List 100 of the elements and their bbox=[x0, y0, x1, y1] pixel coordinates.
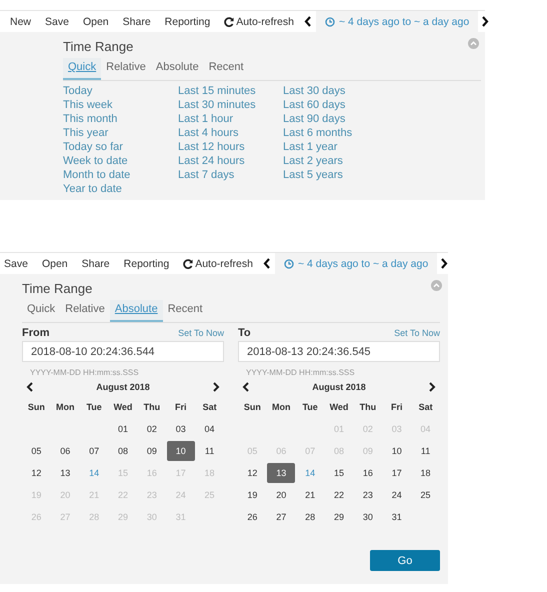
quick-range-link[interactable]: Last 1 year bbox=[283, 140, 352, 154]
calendar-day[interactable]: 02 bbox=[138, 419, 166, 439]
tab[interactable]: Relative bbox=[60, 300, 110, 322]
calendar-day[interactable]: 03 bbox=[166, 419, 195, 439]
calendar-day[interactable]: 16 bbox=[138, 463, 166, 483]
quick-range-link[interactable]: Week to date bbox=[63, 154, 178, 168]
calendar-day[interactable]: 28 bbox=[80, 507, 108, 527]
calendar-day[interactable]: 16 bbox=[354, 463, 382, 483]
calendar-day[interactable]: 13 bbox=[51, 463, 80, 483]
toolbar-button[interactable]: Reporting bbox=[158, 11, 218, 32]
calendar-day[interactable]: 19 bbox=[22, 485, 50, 505]
calendar-day[interactable]: 07 bbox=[296, 441, 324, 461]
calendar-day[interactable]: 19 bbox=[238, 485, 266, 505]
auto-refresh-button[interactable]: Auto-refresh bbox=[176, 253, 260, 274]
chevron-left-icon[interactable] bbox=[262, 258, 271, 269]
chevron-right-icon[interactable] bbox=[440, 258, 448, 269]
quick-range-link[interactable]: Last 4 hours bbox=[178, 126, 283, 140]
quick-range-link[interactable]: Last 15 minutes bbox=[178, 84, 283, 98]
calendar-day[interactable]: 04 bbox=[412, 419, 440, 439]
calendar-day[interactable]: 24 bbox=[166, 485, 195, 505]
calendar-day[interactable]: 21 bbox=[296, 485, 324, 505]
calendar-day[interactable]: 09 bbox=[354, 441, 382, 461]
calendar-day[interactable]: 14 bbox=[80, 463, 108, 483]
calendar-day[interactable]: 29 bbox=[108, 507, 137, 527]
calendar-day[interactable]: 11 bbox=[412, 441, 440, 461]
calendar-day[interactable]: 15 bbox=[108, 463, 137, 483]
calendar-day[interactable]: 20 bbox=[51, 485, 80, 505]
calendar-day[interactable]: 26 bbox=[238, 507, 266, 527]
quick-range-link[interactable]: Last 7 days bbox=[178, 168, 283, 182]
tab[interactable]: Absolute bbox=[150, 58, 204, 80]
quick-range-link[interactable]: Last 30 days bbox=[283, 84, 352, 98]
calendar-day[interactable]: 31 bbox=[166, 507, 195, 527]
calendar-day[interactable]: 29 bbox=[324, 507, 353, 527]
calendar-day[interactable]: 30 bbox=[138, 507, 166, 527]
calendar-day[interactable]: 10 bbox=[382, 441, 411, 461]
auto-refresh-button[interactable]: Auto-refresh bbox=[217, 11, 301, 32]
calendar-day[interactable]: 09 bbox=[138, 441, 166, 461]
calendar-day[interactable]: 06 bbox=[267, 441, 296, 461]
quick-range-link[interactable]: Last 30 minutes bbox=[178, 98, 283, 112]
calendar-day[interactable]: 21 bbox=[80, 485, 108, 505]
toolbar-button[interactable]: Open bbox=[76, 11, 116, 32]
calendar-day[interactable]: 26 bbox=[22, 507, 50, 527]
calendar-day[interactable]: 08 bbox=[324, 441, 353, 461]
calendar-day[interactable]: 17 bbox=[166, 463, 195, 483]
previous-month-icon[interactable] bbox=[26, 382, 34, 392]
calendar-day[interactable]: 01 bbox=[324, 419, 353, 439]
calendar-day[interactable]: 23 bbox=[138, 485, 166, 505]
quick-range-link[interactable]: Last 6 months bbox=[283, 126, 352, 140]
toolbar-button[interactable]: Save bbox=[0, 253, 35, 274]
quick-range-link[interactable]: Today so far bbox=[63, 140, 178, 154]
calendar-day[interactable]: 04 bbox=[196, 419, 224, 439]
tab[interactable]: Relative bbox=[101, 58, 151, 80]
tab[interactable]: Recent bbox=[162, 300, 208, 322]
calendar-day[interactable]: 23 bbox=[354, 485, 382, 505]
calendar-day[interactable]: 05 bbox=[238, 441, 266, 461]
quick-range-link[interactable]: Today bbox=[63, 84, 178, 98]
calendar-day[interactable]: 31 bbox=[382, 507, 411, 527]
quick-range-link[interactable]: Last 12 hours bbox=[178, 140, 283, 154]
calendar-day[interactable]: 14 bbox=[296, 463, 324, 483]
quick-range-link[interactable]: Last 60 days bbox=[283, 98, 352, 112]
go-button[interactable]: Go bbox=[370, 550, 440, 571]
calendar-day[interactable]: 30 bbox=[354, 507, 382, 527]
tab[interactable]: Recent bbox=[204, 58, 249, 80]
chevron-left-icon[interactable] bbox=[304, 16, 312, 27]
calendar-day[interactable]: 18 bbox=[196, 463, 224, 483]
calendar-day[interactable]: 28 bbox=[296, 507, 324, 527]
calendar-day[interactable]: 15 bbox=[324, 463, 353, 483]
set-to-now-link[interactable]: Set To Now bbox=[394, 328, 440, 338]
calendar-day[interactable]: 02 bbox=[354, 419, 382, 439]
quick-range-link[interactable]: Last 5 years bbox=[283, 168, 352, 182]
previous-month-icon[interactable] bbox=[242, 382, 250, 392]
tab[interactable]: Quick bbox=[63, 58, 102, 80]
calendar-day[interactable]: 01 bbox=[108, 419, 137, 439]
quick-range-link[interactable]: Last 24 hours bbox=[178, 154, 283, 168]
calendar-day[interactable]: 08 bbox=[108, 441, 137, 461]
toolbar-button[interactable]: Save bbox=[38, 11, 76, 32]
calendar-day[interactable]: 11 bbox=[196, 441, 224, 461]
calendar-day[interactable]: 17 bbox=[382, 463, 411, 483]
quick-range-link[interactable]: This year bbox=[63, 126, 178, 140]
quick-range-link[interactable]: This month bbox=[63, 112, 178, 126]
calendar-day[interactable]: 20 bbox=[267, 485, 296, 505]
next-month-icon[interactable] bbox=[428, 382, 436, 392]
calendar-day[interactable]: 27 bbox=[51, 507, 80, 527]
calendar-day[interactable]: 10 bbox=[166, 441, 195, 461]
set-to-now-link[interactable]: Set To Now bbox=[178, 328, 224, 338]
calendar-day[interactable]: 18 bbox=[412, 463, 440, 483]
calendar-day[interactable]: 24 bbox=[382, 485, 411, 505]
toolbar-button[interactable]: New bbox=[3, 11, 38, 32]
tab[interactable]: Quick bbox=[22, 300, 60, 322]
toolbar-button[interactable]: Open bbox=[34, 253, 75, 274]
calendar-day[interactable]: 22 bbox=[324, 485, 353, 505]
toolbar-button[interactable]: Share bbox=[74, 253, 117, 274]
next-month-icon[interactable] bbox=[212, 382, 220, 392]
quick-range-link[interactable]: This week bbox=[63, 98, 178, 112]
calendar-day[interactable]: 12 bbox=[22, 463, 50, 483]
calendar-day[interactable]: 27 bbox=[267, 507, 296, 527]
date-input-field[interactable]: 2018-08-13 20:24:36.545 bbox=[238, 341, 440, 362]
calendar-day[interactable]: 22 bbox=[108, 485, 137, 505]
time-range-button[interactable]: ~ 4 days ago to ~ a day ago bbox=[274, 253, 438, 274]
time-range-button[interactable]: ~ 4 days ago to ~ a day ago bbox=[316, 11, 478, 32]
